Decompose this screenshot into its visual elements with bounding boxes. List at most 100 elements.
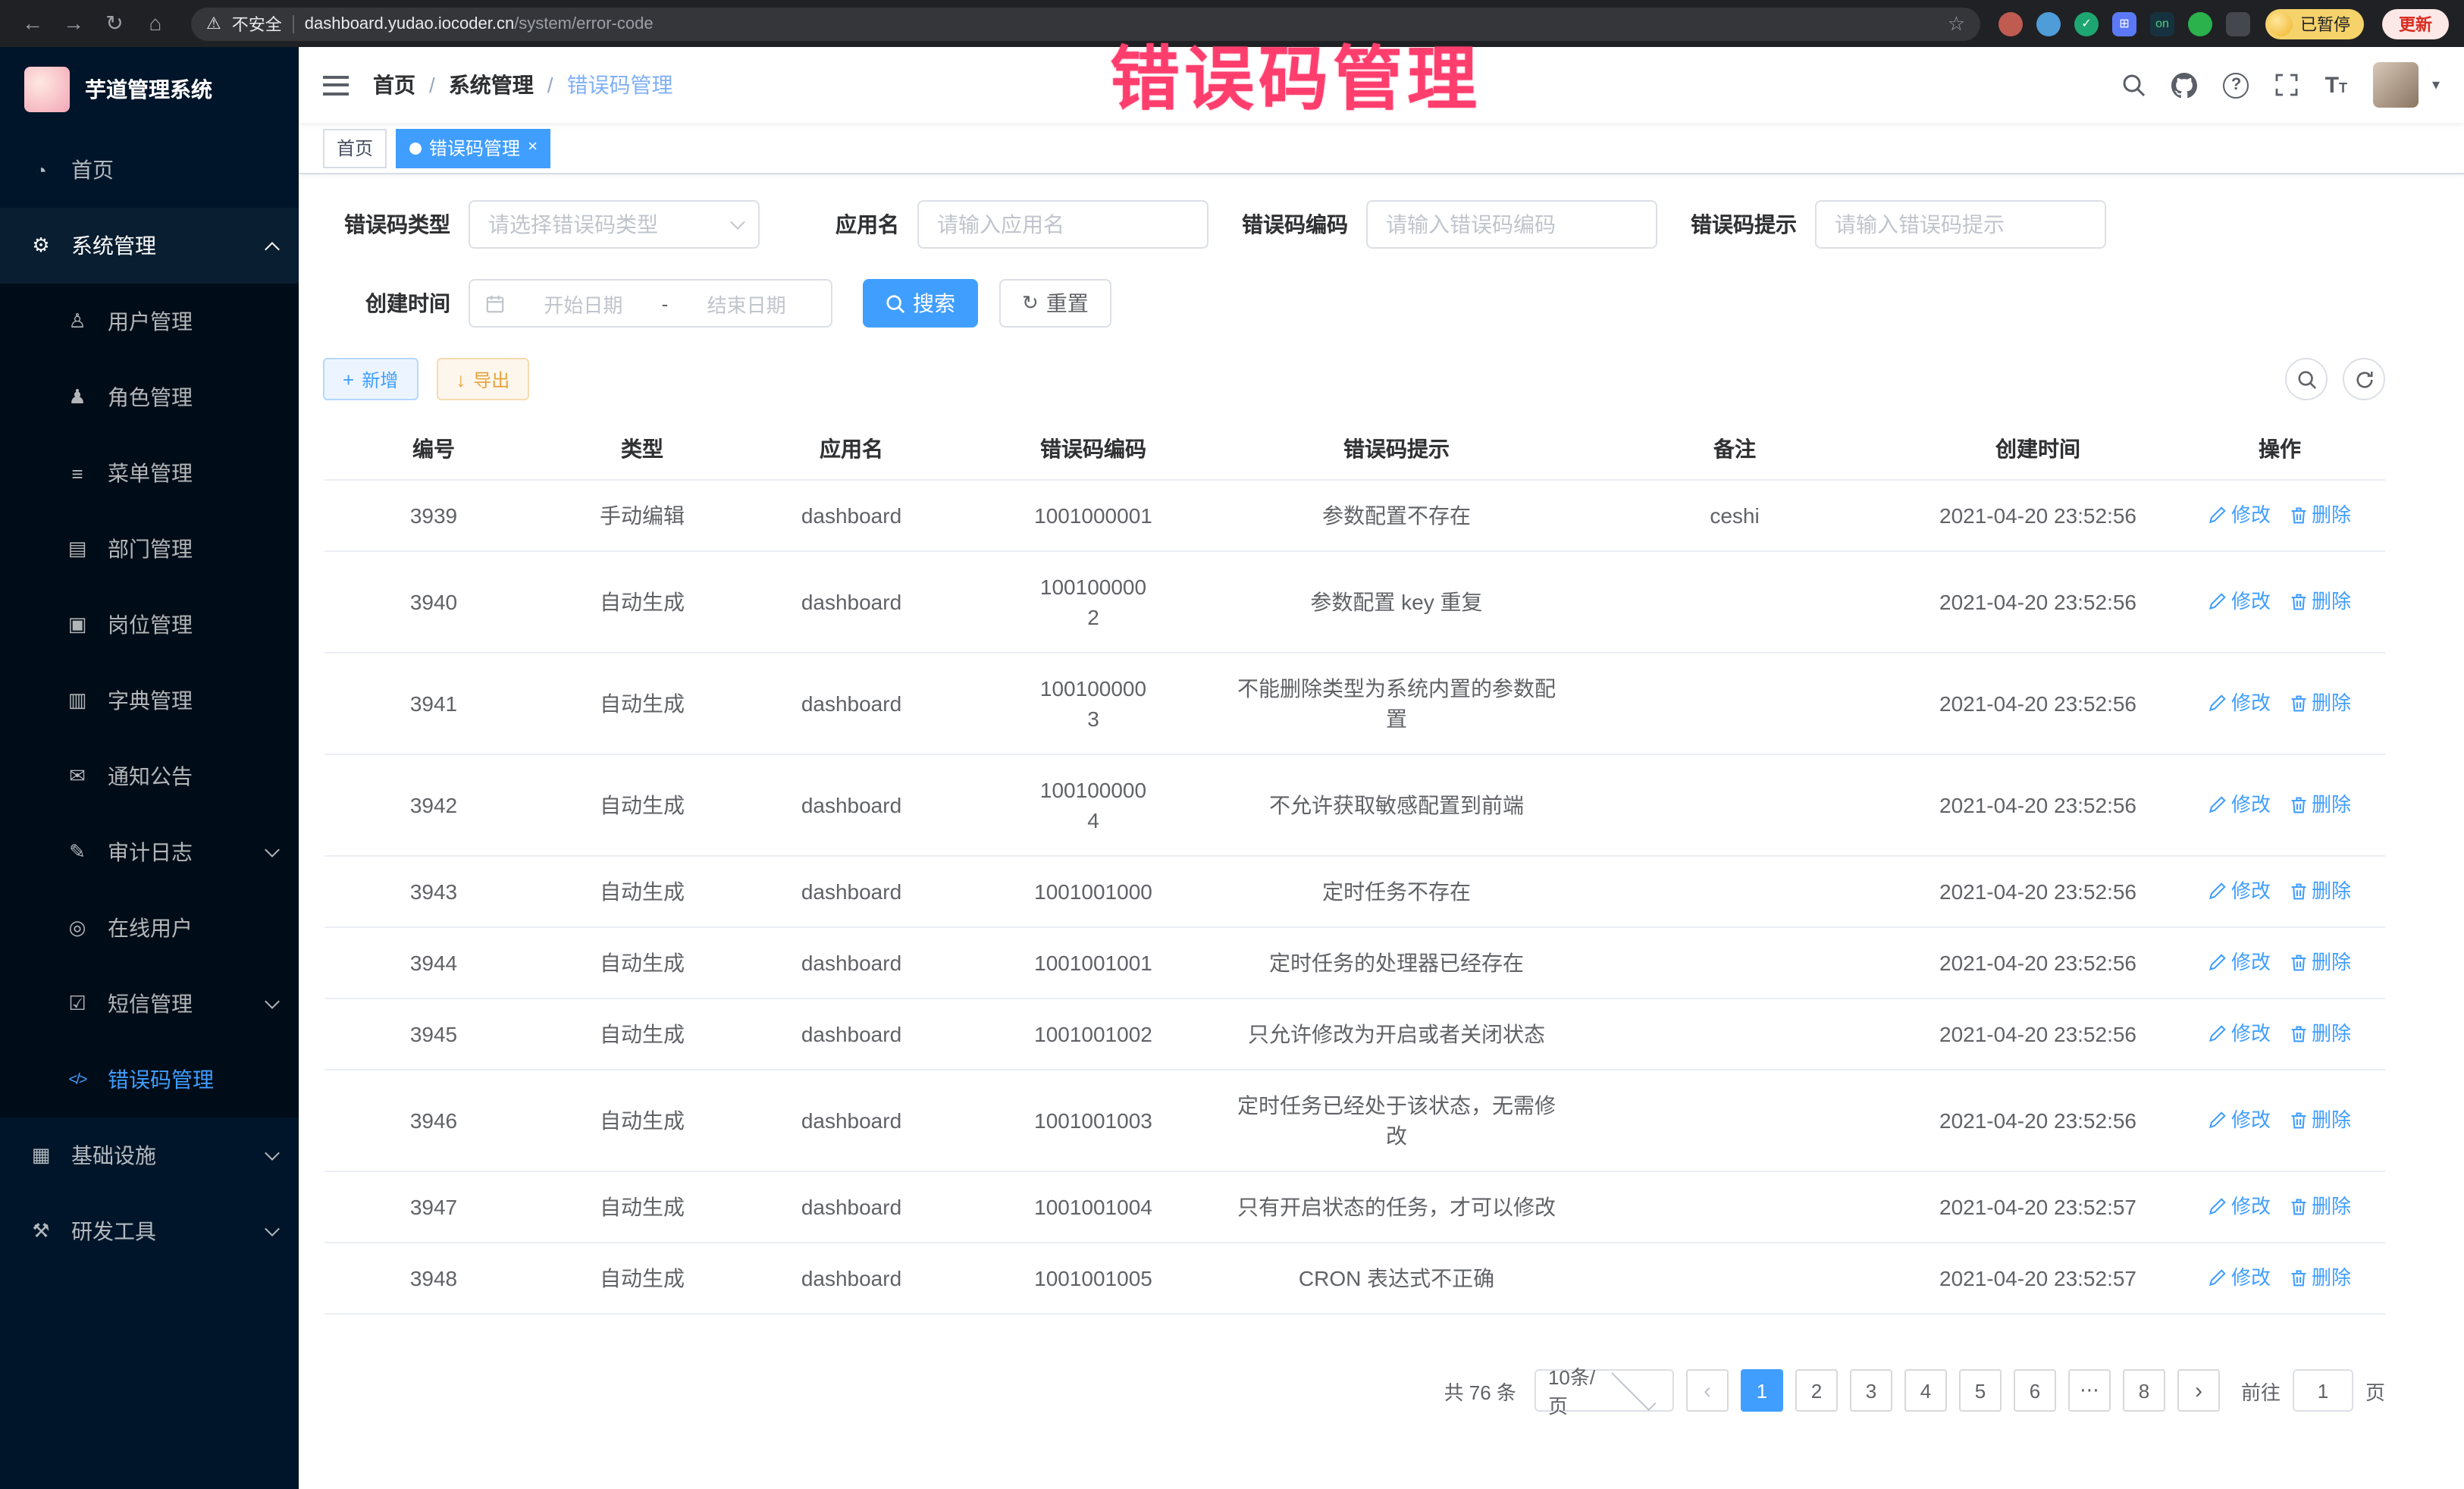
extension-icon[interactable]: on xyxy=(2150,11,2174,36)
error-code-input[interactable] xyxy=(1366,200,1657,249)
sidebar-item-log[interactable]: ✎审计日志 xyxy=(0,814,299,890)
sidebar-item-menu[interactable]: ≡菜单管理 xyxy=(0,435,299,511)
tab-首页[interactable]: 首页 xyxy=(323,128,387,168)
export-button-label: 导出 xyxy=(473,366,509,392)
page-button[interactable]: 1 xyxy=(1741,1369,1783,1412)
chevron-down-icon[interactable]: ▾ xyxy=(2432,77,2440,93)
edit-link[interactable]: 修改 xyxy=(2209,1263,2271,1293)
fullscreen-icon[interactable] xyxy=(2275,73,2299,97)
sidebar-item-user[interactable]: ♙用户管理 xyxy=(0,284,299,359)
sidebar-toggle-icon[interactable] xyxy=(323,75,349,95)
reload-icon[interactable]: ↻ xyxy=(97,6,132,41)
app-logo[interactable]: 芋道管理系统 xyxy=(0,47,299,132)
error-msg-input[interactable] xyxy=(1815,200,2106,249)
extension-icon[interactable] xyxy=(2036,11,2061,36)
delete-link[interactable]: 删除 xyxy=(2289,1263,2351,1293)
sidebar-item-gear[interactable]: ⚙系统管理 xyxy=(0,208,299,284)
sidebar-menu: ◔首页⚙系统管理♙用户管理♟角色管理≡菜单管理▤部门管理▣岗位管理▥字典管理✉通… xyxy=(0,132,299,1269)
next-page-button[interactable]: › xyxy=(2177,1369,2220,1412)
breadcrumb-item[interactable]: 系统管理 xyxy=(449,70,534,100)
sidebar-item-online[interactable]: ◎在线用户 xyxy=(0,890,299,966)
page-button[interactable]: 2 xyxy=(1795,1369,1838,1412)
extension-icon[interactable]: ⊞ xyxy=(2112,11,2136,36)
error-type-select[interactable]: 请选择错误码类型 xyxy=(469,200,760,249)
delete-link[interactable]: 删除 xyxy=(2289,1192,2351,1222)
delete-link[interactable]: 删除 xyxy=(2289,790,2351,820)
app-name-input[interactable] xyxy=(917,200,1208,249)
edit-link[interactable]: 修改 xyxy=(2209,790,2271,820)
sidebar-item-post[interactable]: ▣岗位管理 xyxy=(0,587,299,663)
filter-group-code: 错误码编码 xyxy=(1221,200,1657,249)
prev-page-button[interactable]: ‹ xyxy=(1686,1369,1729,1412)
cell-remark xyxy=(1568,552,1901,652)
export-button[interactable]: ↓ 导出 xyxy=(436,358,529,400)
profile-paused-badge[interactable]: 已暂停 xyxy=(2265,8,2364,39)
sidebar-item-code[interactable]: </>错误码管理 xyxy=(0,1042,299,1118)
page-size-value: 10条/页 xyxy=(1548,1362,1599,1419)
sidebar-item-dict[interactable]: ▥字典管理 xyxy=(0,663,299,738)
address-bar[interactable]: ⚠ 不安全 dashboard.yudao.iocoder.cn/system/… xyxy=(191,7,1980,40)
cell-remark: ceshi xyxy=(1568,481,1901,550)
edit-link[interactable]: 修改 xyxy=(2209,500,2271,531)
browser-update-button[interactable]: 更新 xyxy=(2382,8,2449,39)
reset-button[interactable]: ↻ 重置 xyxy=(999,279,1111,328)
font-size-icon[interactable]: TT xyxy=(2325,72,2347,98)
delete-link[interactable]: 删除 xyxy=(2289,1105,2351,1136)
edit-link[interactable]: 修改 xyxy=(2209,948,2271,978)
edit-link[interactable]: 修改 xyxy=(2209,876,2271,907)
pager-ellipsis[interactable]: ⋯ xyxy=(2068,1369,2111,1412)
error-code-table: 编号类型应用名错误码编码错误码提示备注创建时间操作 3939手动编辑dashbo… xyxy=(324,418,2385,1315)
extension-icon[interactable] xyxy=(2188,11,2212,36)
page-button[interactable]: 8 xyxy=(2123,1369,2165,1412)
goto-page-input[interactable] xyxy=(2293,1369,2353,1412)
delete-link[interactable]: 删除 xyxy=(2289,587,2351,617)
page-size-select[interactable]: 10条/页 xyxy=(1535,1369,1674,1412)
delete-link[interactable]: 删除 xyxy=(2289,876,2351,907)
total-count: 共 76 条 xyxy=(1444,1376,1516,1405)
table-row: 3941自动生成dashboard100100000 3不能删除类型为系统内置的… xyxy=(324,654,2385,755)
forward-icon[interactable]: → xyxy=(56,6,91,41)
avatar[interactable] xyxy=(2373,62,2419,108)
pager: 123456 ⋯ 8 xyxy=(1741,1369,2165,1412)
edit-link[interactable]: 修改 xyxy=(2209,1105,2271,1136)
bookmark-star-icon[interactable]: ☆ xyxy=(1948,11,1965,36)
close-icon[interactable]: × xyxy=(528,139,538,156)
add-button[interactable]: + 新增 xyxy=(323,358,418,400)
page-button[interactable]: 3 xyxy=(1850,1369,1892,1412)
refresh-button[interactable] xyxy=(2343,358,2385,400)
delete-link[interactable]: 删除 xyxy=(2289,688,2351,719)
delete-link[interactable]: 删除 xyxy=(2289,1019,2351,1049)
github-icon[interactable] xyxy=(2172,72,2198,98)
back-icon[interactable]: ← xyxy=(15,6,50,41)
home-icon[interactable]: ⌂ xyxy=(138,6,173,41)
sidebar-item-notice[interactable]: ✉通知公告 xyxy=(0,738,299,814)
tab-错误码管理[interactable]: 错误码管理× xyxy=(396,128,551,168)
breadcrumb-item[interactable]: 首页 xyxy=(373,70,415,100)
toolbar-right xyxy=(2285,358,2385,400)
table-row: 3946自动生成dashboard1001001003定时任务已经处于该状态，无… xyxy=(324,1071,2385,1172)
sidebar-item-dashboard[interactable]: ◔首页 xyxy=(0,132,299,208)
sidebar-item-dept[interactable]: ▤部门管理 xyxy=(0,511,299,587)
edit-link[interactable]: 修改 xyxy=(2209,688,2271,719)
page-button[interactable]: 5 xyxy=(1959,1369,2002,1412)
edit-link[interactable]: 修改 xyxy=(2209,1192,2271,1222)
sidebar-item-role[interactable]: ♟角色管理 xyxy=(0,359,299,435)
sidebar-item-infra[interactable]: ▦基础设施 xyxy=(0,1118,299,1193)
extension-puzzle-icon[interactable] xyxy=(2226,11,2250,36)
date-range-picker[interactable]: 开始日期 - 结束日期 xyxy=(469,279,832,328)
page-button[interactable]: 4 xyxy=(1904,1369,1947,1412)
edit-link[interactable]: 修改 xyxy=(2209,1019,2271,1049)
delete-link[interactable]: 删除 xyxy=(2289,948,2351,978)
show-search-button[interactable] xyxy=(2285,358,2328,400)
edit-link[interactable]: 修改 xyxy=(2209,587,2271,617)
delete-link[interactable]: 删除 xyxy=(2289,500,2351,531)
extension-icon[interactable] xyxy=(1998,11,2023,36)
sidebar-item-sms[interactable]: ☑短信管理 xyxy=(0,966,299,1042)
extension-icon[interactable]: ✓ xyxy=(2074,11,2099,36)
search-button[interactable]: 搜索 xyxy=(863,279,978,328)
sidebar-item-label: 字典管理 xyxy=(108,685,193,716)
search-icon[interactable] xyxy=(2122,73,2146,97)
sidebar-item-tools[interactable]: ⚒研发工具 xyxy=(0,1193,299,1269)
page-button[interactable]: 6 xyxy=(2014,1369,2056,1412)
help-icon[interactable]: ? xyxy=(2224,72,2249,98)
